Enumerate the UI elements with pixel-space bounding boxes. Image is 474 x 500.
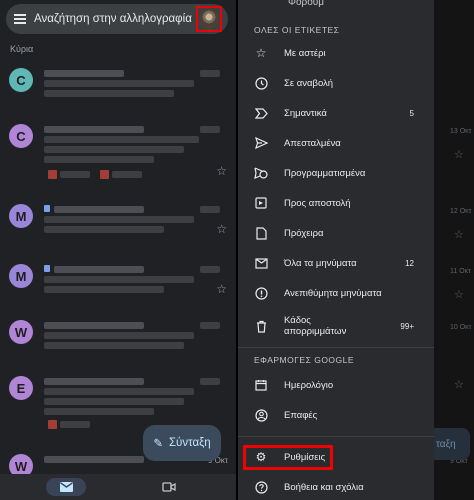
trash-icon bbox=[254, 319, 268, 333]
calendar-icon bbox=[254, 378, 268, 392]
sender-avatar: C bbox=[9, 124, 33, 148]
settings-highlight-box bbox=[243, 445, 333, 470]
google-apps-heading: ΕΦΑΡΜΟΓΕΣ GOOGLE bbox=[254, 355, 355, 365]
star-icon: ☆ bbox=[454, 289, 464, 301]
drawer-item-contacts[interactable]: Επαφές bbox=[238, 402, 434, 428]
drawer-item-spam[interactable]: Ανεπιθύμητα μηνύματα bbox=[238, 280, 434, 306]
label-important-icon bbox=[254, 106, 268, 120]
star-icon: ☆ bbox=[454, 229, 464, 241]
outbox-icon bbox=[254, 196, 268, 210]
pencil-icon: ✎ bbox=[153, 438, 163, 450]
drawer-item-starred[interactable]: ☆ Με αστέρι bbox=[238, 40, 434, 66]
sender-avatar: M bbox=[9, 264, 33, 288]
drawer-item-sent[interactable]: Απεσταλμένα bbox=[238, 130, 434, 156]
contacts-icon bbox=[254, 408, 268, 422]
scrim-date: 13 Οκτ bbox=[450, 128, 472, 135]
star-icon[interactable]: ☆ bbox=[216, 282, 227, 296]
spam-icon bbox=[254, 286, 268, 300]
drawer-item-snoozed[interactable]: Σε αναβολή bbox=[238, 70, 434, 96]
drawer-item-drafts[interactable]: Πρόχειρα bbox=[238, 220, 434, 246]
count-badge: 99+ bbox=[400, 321, 414, 331]
draft-icon bbox=[254, 226, 268, 240]
inbox-panel: Αναζήτηση στην αλληλογραφία Κύρια C C ☆ … bbox=[0, 0, 236, 500]
account-avatar-highlight[interactable] bbox=[196, 6, 222, 32]
star-icon: ☆ bbox=[454, 149, 464, 161]
star-icon[interactable]: ☆ bbox=[216, 164, 227, 178]
scrim-date: 12 Οκτ bbox=[450, 208, 472, 215]
drawer-item-calendar[interactable]: Ημερολόγιο bbox=[238, 372, 434, 398]
sender-avatar: W bbox=[9, 320, 33, 344]
drawer-panel: 13 Οκτ ☆ 12 Οκτ ☆ 11 Οκτ ☆ 10 Οκτ ☆ 9 Οκ… bbox=[238, 0, 474, 500]
drawer-item-trash[interactable]: Κάδος απορριμμάτων 99+ bbox=[238, 313, 434, 339]
scrim-date: 10 Οκτ bbox=[450, 324, 472, 331]
compose-button-dimmed: ταξη bbox=[434, 428, 470, 460]
mail-icon bbox=[59, 482, 73, 492]
send-icon bbox=[254, 136, 268, 150]
search-bar[interactable]: Αναζήτηση στην αλληλογραφία bbox=[6, 4, 228, 34]
drawer-item-outbox[interactable]: Προς αποστολή bbox=[238, 190, 434, 216]
scrim-date: 11 Οκτ bbox=[450, 268, 471, 275]
all-labels-heading: ΟΛΕΣ ΟΙ ΕΤΙΚΕΤΕΣ bbox=[254, 25, 340, 35]
avatar[interactable] bbox=[199, 9, 219, 29]
compose-button[interactable]: ✎ Σύνταξη bbox=[143, 425, 221, 461]
drawer-scrim[interactable]: 13 Οκτ ☆ 12 Οκτ ☆ 11 Οκτ ☆ 10 Οκτ ☆ 9 Οκ… bbox=[434, 0, 474, 500]
drawer-item-scheduled[interactable]: Προγραμματισμένα bbox=[238, 160, 434, 186]
compose-label: Σύνταξη bbox=[168, 437, 211, 449]
star-icon: ☆ bbox=[454, 379, 464, 391]
help-icon bbox=[254, 480, 268, 494]
drawer-item-help[interactable]: Βοήθεια και σχόλια bbox=[238, 474, 434, 500]
section-label-primary: Κύρια bbox=[10, 44, 34, 54]
all-mail-icon bbox=[254, 256, 268, 270]
drawer-item-important[interactable]: Σημαντικά 5 bbox=[238, 100, 434, 126]
count-badge: 12 bbox=[405, 258, 414, 268]
sender-avatar: M bbox=[9, 204, 33, 228]
navigation-drawer: Φόρουμ ΟΛΕΣ ΟΙ ΕΤΙΚΕΤΕΣ ☆ Με αστέρι Σε α… bbox=[238, 0, 434, 500]
schedule-send-icon bbox=[254, 166, 268, 180]
drawer-item-forums[interactable]: Φόρουμ bbox=[288, 0, 324, 8]
star-icon[interactable]: ☆ bbox=[216, 222, 227, 236]
star-icon: ☆ bbox=[255, 46, 267, 60]
sender-avatar: C bbox=[9, 68, 33, 92]
menu-icon[interactable] bbox=[14, 12, 26, 27]
drawer-divider bbox=[238, 436, 434, 437]
mail-tab[interactable] bbox=[46, 478, 86, 496]
count-badge: 5 bbox=[409, 108, 414, 118]
drawer-item-all-mail[interactable]: Όλα τα μηνύματα 12 bbox=[238, 250, 434, 276]
bottom-navigation bbox=[0, 474, 236, 500]
video-camera-icon[interactable] bbox=[162, 480, 176, 494]
drawer-divider bbox=[238, 347, 434, 348]
sender-avatar: E bbox=[9, 376, 33, 400]
clock-icon bbox=[254, 76, 268, 90]
